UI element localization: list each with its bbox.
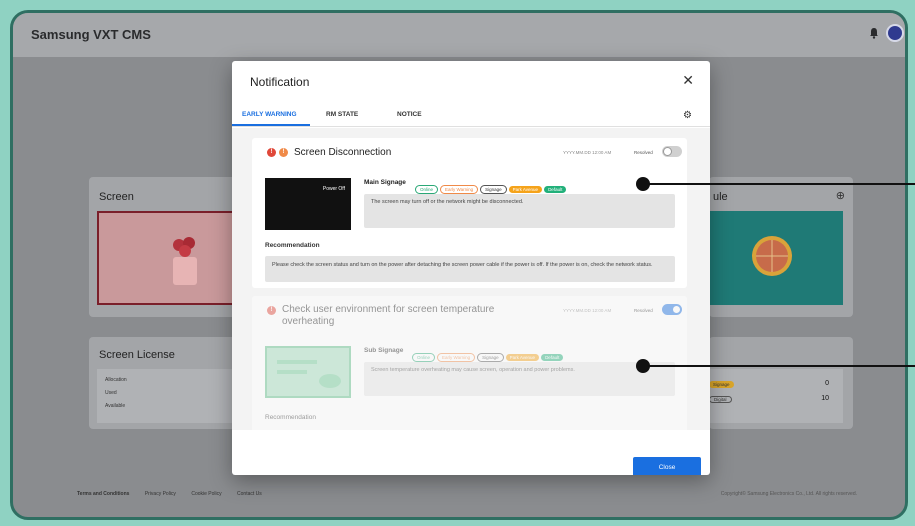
tab-notice[interactable]: NOTICE (397, 111, 422, 118)
notification-datetime: YYYY.MM.DD 12:00 AM (563, 308, 612, 313)
notification-item: ! ! Screen Disconnection YYYY.MM.DD 12:0… (252, 138, 687, 288)
resolved-label: Resolved (634, 308, 653, 313)
close-icon[interactable]: ✕ (682, 72, 694, 89)
tag-early-warning: Early Warning (440, 185, 479, 194)
recommendation-text: Please check the screen status and turn … (265, 256, 675, 282)
thumbnail-status: Power Off (322, 186, 345, 192)
license-value: 10 (821, 395, 829, 402)
license-row-label: Used (105, 390, 117, 396)
notification-item: ! Check user environment for screen temp… (252, 296, 687, 430)
tag-online: Online (412, 353, 436, 362)
strawberry-cup-icon (173, 237, 197, 285)
tab-early-warning[interactable]: EARLY WARNING (242, 111, 297, 118)
callout-line (648, 183, 915, 185)
callout-line (648, 365, 915, 367)
app-title: Samsung VXT CMS (31, 27, 151, 42)
warning-icon: ! (279, 148, 288, 157)
notification-title: Screen Disconnection (294, 147, 392, 158)
tag-park-avenue: Park Avenue (505, 354, 540, 361)
license-row-label: Available (105, 403, 126, 409)
screen-card-title: Screen (99, 191, 134, 203)
bell-icon[interactable] (868, 27, 880, 39)
signage-thumbnail (265, 346, 351, 398)
license-table: Allocation Used Available (97, 369, 237, 423)
footer-link-cookie[interactable]: Cookie Policy (191, 491, 221, 497)
resolved-label: Resolved (634, 150, 653, 155)
schedule-card: ule ⊕ (709, 177, 853, 317)
license-badge: Signage (709, 381, 734, 388)
tag-default: Default (541, 354, 564, 361)
add-circle-icon[interactable]: ⊕ (836, 189, 845, 202)
schedule-preview[interactable] (709, 211, 843, 305)
notification-tabs: EARLY WARNING RM STATE NOTICE ⚙ (232, 107, 710, 127)
error-icon: ! (267, 306, 276, 315)
gear-icon[interactable]: ⚙ (683, 110, 692, 121)
modal-title: Notification (250, 75, 310, 89)
recommendation-label: Recommendation (265, 414, 316, 421)
footer-link-terms[interactable]: Terms and Conditions (77, 491, 129, 497)
close-button[interactable]: Close (633, 457, 701, 475)
tag-early-warning: Early Warning (437, 353, 476, 362)
notification-title: Check user environment for screen temper… (282, 304, 495, 327)
notification-message: The screen may turn off or the network m… (364, 194, 675, 228)
screen-card: Screen (89, 177, 237, 317)
signage-label: Sub Signage (364, 347, 404, 354)
footer-links: Terms and Conditions Privacy Policy Cook… (77, 491, 276, 497)
error-count-icon: ! (267, 148, 276, 157)
grapefruit-icon (752, 236, 792, 276)
tag-signage: Signage (477, 353, 504, 362)
license-badge: Digital (709, 396, 732, 403)
notification-datetime: YYYY.MM.DD 12:00 AM (563, 150, 612, 155)
license-row-label: Allocation (105, 377, 127, 383)
tag-park-avenue: Park Avenue (508, 186, 543, 193)
tag-default: Default (544, 186, 567, 193)
license-card-title: Screen License (99, 349, 175, 361)
license-values: Signage 0 Digital 10 (709, 369, 843, 423)
tag-online: Online (415, 185, 439, 194)
footer-link-contact[interactable]: Contact Us (237, 491, 262, 497)
schedule-card-title: ule (713, 191, 728, 203)
tab-rm-state[interactable]: RM STATE (326, 111, 358, 118)
license-value: 0 (825, 380, 829, 387)
signage-label: Main Signage (364, 179, 406, 186)
footer-link-privacy[interactable]: Privacy Policy (145, 491, 176, 497)
screen-preview[interactable] (97, 211, 237, 305)
notification-message: Screen temperature overheating may cause… (364, 362, 675, 396)
resolved-toggle[interactable] (662, 304, 682, 315)
signage-thumbnail: Power Off (265, 178, 351, 230)
footer-copyright: Copyright© Samsung Electronics Co., Ltd.… (720, 491, 857, 497)
top-bar: Samsung VXT CMS (13, 13, 905, 57)
resolved-toggle[interactable] (662, 146, 682, 157)
app-frame: Samsung VXT CMS Screen ule ⊕ Screen Lice… (10, 10, 908, 520)
tag-signage: Signage (480, 185, 507, 194)
notification-modal: Notification ✕ EARLY WARNING RM STATE NO… (232, 61, 710, 475)
recommendation-label: Recommendation (265, 242, 320, 249)
license-card-right: Signage 0 Digital 10 (709, 337, 853, 429)
license-card: Screen License Allocation Used Available (89, 337, 237, 429)
notification-list[interactable]: ! ! Screen Disconnection YYYY.MM.DD 12:0… (232, 128, 710, 430)
active-tab-indicator (232, 124, 310, 126)
user-avatar[interactable] (886, 24, 904, 42)
